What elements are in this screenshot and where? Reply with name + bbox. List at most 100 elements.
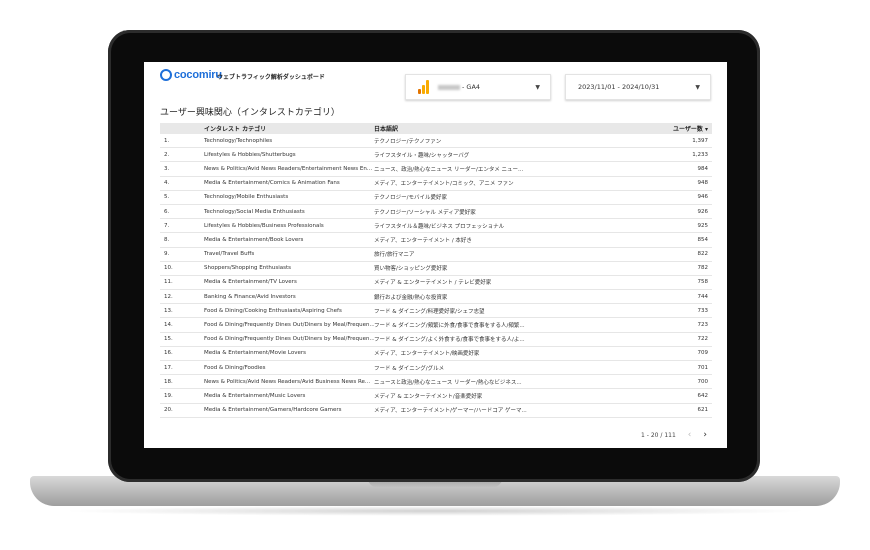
table-row[interactable]: 13. Food & Dining/Cooking Enthusiasts/Asp… [160, 304, 712, 319]
row-users: 822 [697, 251, 709, 258]
table-row[interactable]: 14. Food & Dining/Frequently Dines Out/Di… [160, 318, 712, 333]
row-japanese: 旅行/旅行マニア [374, 252, 415, 259]
table-body: 1. Technology/Technophiles テクノロジー/テクノファン 1,… [160, 134, 712, 418]
table-row[interactable]: 10. Shoppers/Shopping Enthusiasts 買い物客/ショッ… [160, 262, 712, 276]
row-category: News & Politics/Avid News Readers/Entert… [204, 165, 373, 172]
row-index: 13. [164, 307, 173, 314]
table-row[interactable]: 11. Media & Entertainment/TV Lovers メディア &… [160, 276, 712, 291]
row-japanese: テクノロジー/モバイル愛好家 [374, 195, 448, 202]
row-index: 16. [164, 350, 173, 357]
row-index: 1. [164, 137, 170, 144]
row-index: 8. [164, 236, 170, 243]
row-users: 948 [697, 180, 709, 187]
row-users: 722 [697, 336, 709, 343]
table-row[interactable]: 1. Technology/Technophiles テクノロジー/テクノファン 1,… [160, 134, 712, 149]
row-users: 1,233 [692, 151, 708, 158]
row-users: 926 [697, 208, 709, 215]
table-row[interactable]: 9. Travel/Travel Buffs 旅行/旅行マニア 822 [160, 248, 712, 262]
row-index: 11. [164, 279, 173, 286]
row-users: 758 [697, 279, 709, 286]
chevron-down-icon: ▼ [695, 84, 700, 91]
table-row[interactable]: 4. Media & Entertainment/Comics & Animati… [160, 177, 712, 191]
row-category: Banking & Finance/Avid Investors [204, 293, 296, 300]
row-index: 9. [164, 251, 170, 258]
logo-text: cocomiru [174, 69, 222, 81]
row-japanese: ライフスタイル・趣味/シャッターバグ [374, 152, 470, 159]
row-users: 925 [697, 222, 709, 229]
row-category: Media & Entertainment/TV Lovers [204, 279, 297, 286]
row-index: 7. [164, 222, 170, 229]
row-japanese: ライフスタイル＆趣味/ビジネス プロフェッショナル [374, 223, 505, 230]
interest-category-table: インタレスト カテゴリ 日本語訳 ユーザー数 ▾ 1. Technology/Te… [160, 123, 712, 418]
row-category: Lifestyles & Hobbies/Business Profession… [204, 222, 324, 229]
dashboard-title: ウェブトラフィック解析ダッシュボード [217, 74, 325, 81]
prev-page-icon[interactable]: ‹ [688, 430, 692, 440]
row-category: Media & Entertainment/Music Lovers [204, 392, 306, 399]
property-selector[interactable]: - GA4 ▼ [405, 74, 551, 100]
row-users: 709 [697, 350, 709, 357]
row-index: 19. [164, 392, 173, 399]
table-row[interactable]: 20. Media & Entertainment/Gamers/Hardcore… [160, 404, 712, 418]
table-row[interactable]: 12. Banking & Finance/Avid Investors 銀行および… [160, 290, 712, 305]
row-category: Media & Entertainment/Comics & Animation… [204, 180, 340, 187]
row-category: Food & Dining/Cooking Enthusiasts/Aspiri… [204, 307, 342, 314]
table-row[interactable]: 16. Media & Entertainment/Movie Lovers メディ… [160, 347, 712, 361]
table-row[interactable]: 7. Lifestyles & Hobbies/Business Professi… [160, 219, 712, 234]
row-index: 15. [164, 336, 173, 343]
row-japanese: メディア & エンターテイメント / テレビ愛好家 [374, 280, 492, 287]
row-japanese: メディア & エンターテイメント/音楽愛好家 [374, 393, 483, 400]
row-index: 6. [164, 208, 170, 215]
date-range-selector[interactable]: 2023/11/01 - 2024/10/31 ▼ [565, 74, 711, 100]
row-index: 18. [164, 378, 173, 385]
row-users: 733 [697, 307, 709, 314]
cocomiru-logo: cocomiru [160, 69, 222, 81]
table-header: インタレスト カテゴリ 日本語訳 ユーザー数 ▾ [160, 123, 712, 134]
row-category: Technology/Social Media Enthusiasts [204, 208, 305, 215]
table-row[interactable]: 5. Technology/Mobile Enthusiasts テクノロジー/モバ… [160, 191, 712, 205]
row-japanese: メディア、エンターテイメント/コミック、アニメ ファン [374, 181, 514, 188]
row-users: 744 [697, 293, 709, 300]
row-category: Technology/Mobile Enthusiasts [204, 194, 289, 201]
redacted-property-name [438, 84, 460, 90]
section-title: ユーザー興味関心（インタレストカテゴリ） [160, 108, 340, 118]
row-index: 12. [164, 293, 173, 300]
row-japanese: ニュースと政治/熱心なニュース リーダー/熱心なビジネス... [374, 379, 522, 386]
row-users: 642 [697, 392, 709, 399]
row-users: 700 [697, 378, 709, 385]
header-category[interactable]: インタレスト カテゴリ [204, 124, 374, 133]
row-japanese: 銀行および金融/熱心な投資家 [374, 294, 448, 301]
table-row[interactable]: 15. Food & Dining/Frequently Dines Out/Di… [160, 333, 712, 347]
header-japanese[interactable]: 日本語訳 [374, 124, 540, 133]
table-row[interactable]: 18. News & Politics/Avid News Readers/Avi… [160, 375, 712, 390]
row-japanese: メディア、エンターテイメント/映画愛好家 [374, 351, 480, 358]
row-users: 854 [697, 236, 709, 243]
row-users: 782 [697, 265, 709, 272]
property-suffix: - GA4 [462, 83, 481, 91]
next-page-icon[interactable]: › [703, 430, 707, 440]
row-japanese: メディア、エンターテイメント / 本好き [374, 237, 472, 244]
row-category: Media & Entertainment/Book Lovers [204, 236, 304, 243]
row-japanese: テクノロジー/ソーシャル メディア愛好家 [374, 209, 476, 216]
header-users-sort[interactable]: ユーザー数 ▾ [540, 124, 712, 133]
row-category: Shoppers/Shopping Enthusiasts [204, 265, 292, 272]
row-category: Media & Entertainment/Gamers/Hardcore Ga… [204, 407, 342, 414]
row-index: 2. [164, 151, 170, 158]
row-category: News & Politics/Avid News Readers/Avid B… [204, 378, 371, 385]
table-row[interactable]: 2. Lifestyles & Hobbies/Shutterbugs ライフスタイ… [160, 148, 712, 163]
row-users: 723 [697, 322, 709, 329]
table-row[interactable]: 17. Food & Dining/Foodies フード & ダイニング/グルメ 7… [160, 361, 712, 376]
row-users: 701 [697, 364, 709, 371]
row-index: 3. [164, 165, 170, 172]
table-row[interactable]: 3. News & Politics/Avid News Readers/Ente… [160, 162, 712, 177]
table-row[interactable]: 19. Media & Entertainment/Music Lovers メディ… [160, 389, 712, 404]
row-japanese: テクノロジー/テクノファン [374, 138, 442, 145]
table-row[interactable]: 8. Media & Entertainment/Book Lovers メディア、… [160, 233, 712, 248]
dashboard-screen: cocomiru ウェブトラフィック解析ダッシュボード - GA4 ▼ 2023… [144, 62, 727, 448]
row-japanese: メディア、エンターテイメント/ゲーマー/ハードコア ゲーマ... [374, 408, 527, 415]
row-users: 621 [697, 407, 709, 414]
row-japanese: 買い物客/ショッピング愛好家 [374, 266, 448, 273]
table-row[interactable]: 6. Technology/Social Media Enthusiasts テクノ… [160, 205, 712, 220]
row-japanese: フード & ダイニング/料理愛好家/シェフ志望 [374, 308, 485, 315]
row-users: 984 [697, 165, 709, 172]
row-users: 1,397 [692, 137, 708, 144]
